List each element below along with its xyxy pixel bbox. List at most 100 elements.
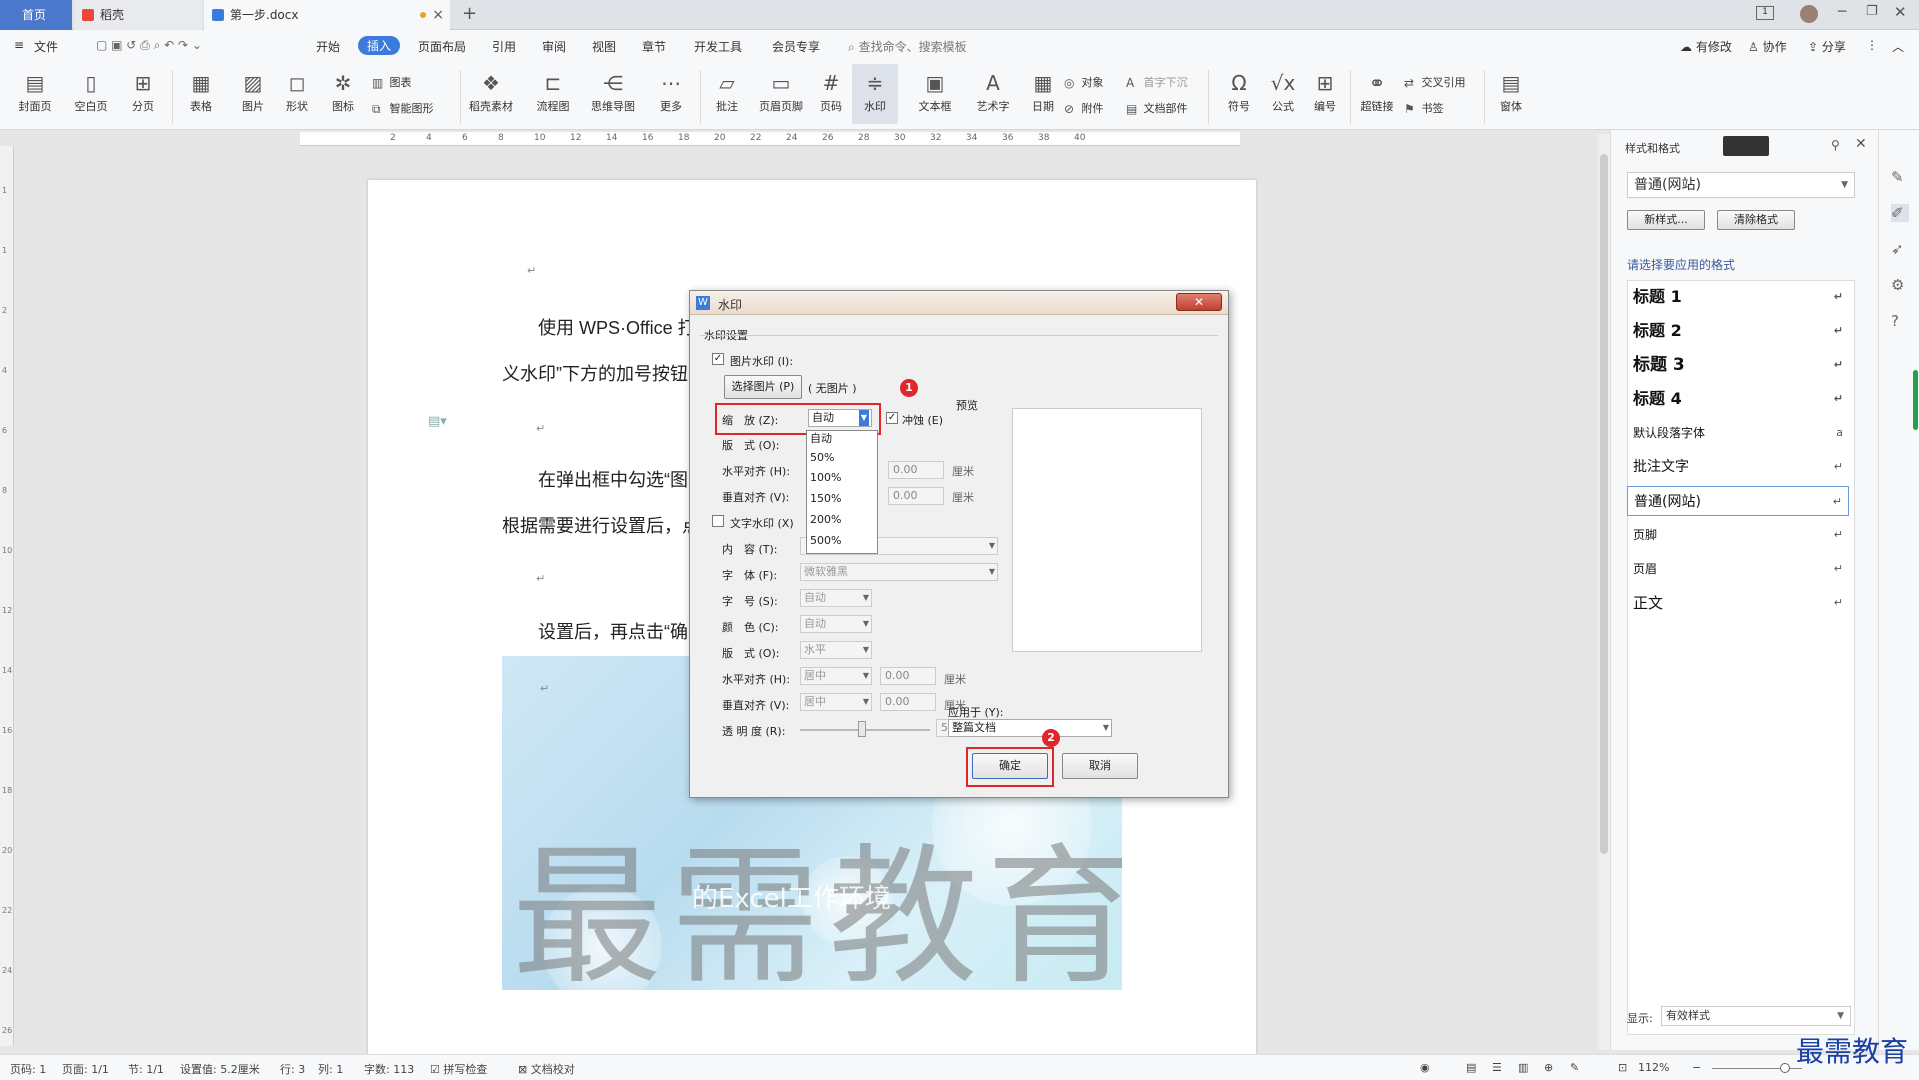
minimize-icon[interactable]: ─	[1838, 4, 1846, 20]
scrollbar-thumb[interactable]	[1600, 154, 1608, 854]
status-pages[interactable]: 页面: 1/1	[62, 1061, 109, 1077]
attach-button[interactable]: ⊘ 附件	[1064, 100, 1104, 116]
status-row[interactable]: 行: 3	[280, 1061, 305, 1077]
numbering-button[interactable]: ⊞ 编号	[1300, 64, 1350, 124]
menu-chapter[interactable]: 章节	[642, 38, 666, 55]
text-watermark-checkbox[interactable]	[712, 515, 724, 527]
doc-paragraph-2[interactable]: 义水印”下方的加号按钮	[502, 360, 688, 386]
page-number-button[interactable]: # 页码	[806, 64, 856, 124]
close-window-icon[interactable]: ✕	[1894, 3, 1907, 21]
pin-icon[interactable]: ⚲	[1831, 138, 1840, 152]
docpart-button[interactable]: ▤ 文档部件	[1126, 100, 1188, 116]
blank-page-button[interactable]: ▯ 空白页	[66, 64, 116, 124]
tab-daoke[interactable]: 稻壳	[74, 0, 202, 30]
picture-watermark-checkbox[interactable]: ✓	[712, 353, 724, 365]
text-valign-dropdown[interactable]: 居中 ▼	[800, 693, 872, 711]
comment-button[interactable]: ▱ 批注	[702, 64, 752, 124]
symbol-button[interactable]: Ω 符号	[1214, 64, 1264, 124]
modified-button[interactable]: ☁ 有修改	[1680, 38, 1732, 55]
menu-references[interactable]: 引用	[492, 38, 516, 55]
doc-proof-button[interactable]: ⊠ 文档校对	[518, 1061, 575, 1077]
status-setting[interactable]: 设置值: 5.2厘米	[180, 1061, 260, 1077]
style-item[interactable]: 批注文字 ↵	[1627, 452, 1849, 482]
form-window-button[interactable]: ▤ 窗体	[1486, 64, 1536, 124]
menu-developer[interactable]: 开发工具	[694, 38, 742, 55]
page-break-button[interactable]: ⊞ 分页	[118, 64, 168, 124]
quick-access-icons[interactable]: ▢ ▣ ↺ ⎙ ⌕ ↶ ↷ ⌄	[96, 38, 202, 53]
cursor-select-icon[interactable]: ➶	[1891, 240, 1909, 258]
search-command[interactable]: ⌕ 查找命令、搜索模板	[848, 38, 967, 55]
status-section[interactable]: 节: 1/1	[128, 1061, 164, 1077]
style-item[interactable]: 标题 1 ↵	[1627, 282, 1849, 312]
more-menu-icon[interactable]: ⋮	[1866, 38, 1878, 52]
vertical-ruler[interactable]: 1 1 2 4 6 8 10 12 14 16 18 20 22 24 26	[0, 146, 14, 1046]
web-view-icon[interactable]: ⊕	[1544, 1061, 1553, 1074]
scale-option[interactable]: 50%	[810, 451, 834, 464]
menu-view[interactable]: 视图	[592, 38, 616, 55]
washout-checkbox[interactable]: ✓	[886, 412, 898, 424]
current-style-dropdown[interactable]: 普通(网站) ▼	[1627, 172, 1855, 198]
zoom-out-icon[interactable]: −	[1692, 1061, 1701, 1074]
style-item[interactable]: 标题 3 ↵	[1627, 350, 1849, 380]
scale-option[interactable]: 100%	[810, 471, 841, 484]
fit-page-icon[interactable]: ⊡	[1618, 1061, 1627, 1074]
smart-graphic-button[interactable]: ⧉ 智能图形	[372, 100, 434, 116]
table-button[interactable]: ▦ 表格	[176, 64, 226, 124]
material-button[interactable]: ❖ 稻壳素材	[466, 64, 516, 124]
close-pane-icon[interactable]: ✕	[1855, 136, 1867, 152]
format-pen-icon[interactable]: ✐	[1891, 204, 1909, 222]
clear-format-button[interactable]: 清除格式	[1717, 210, 1795, 230]
style-item[interactable]: 标题 2 ↵	[1627, 316, 1849, 346]
page-view-icon[interactable]: ▤	[1466, 1061, 1476, 1074]
icon-button[interactable]: ✲ 图标	[318, 64, 368, 124]
mindmap-button[interactable]: ⋲ 思维导图	[588, 64, 638, 124]
style-item[interactable]: 页脚 ↵	[1627, 520, 1849, 550]
menu-review[interactable]: 审阅	[542, 38, 566, 55]
header-footer-button[interactable]: ▭ 页眉页脚	[756, 64, 806, 124]
chart-button[interactable]: ▥ 图表	[372, 74, 412, 90]
read-view-icon[interactable]: ▥	[1518, 1061, 1528, 1074]
object-button[interactable]: ◎ 对象	[1064, 74, 1104, 90]
help-icon[interactable]: ?	[1891, 312, 1909, 330]
menu-layout[interactable]: 页面布局	[418, 38, 466, 55]
new-style-button[interactable]: 新样式...	[1627, 210, 1705, 230]
new-tab-icon[interactable]: +	[462, 3, 477, 24]
style-item[interactable]: 页眉 ↵	[1627, 554, 1849, 584]
status-col[interactable]: 列: 1	[318, 1061, 343, 1077]
status-words[interactable]: 字数: 113	[364, 1061, 414, 1077]
apply-to-dropdown[interactable]: 整篇文档 ▼	[948, 719, 1112, 737]
horizontal-ruler[interactable]: 2 4 6 8 10 12 14 16 18 20 22 24 26 28 30 32 34 36 38 40	[300, 132, 1240, 146]
scale-option[interactable]: 150%	[810, 492, 841, 505]
collapse-ribbon-icon[interactable]: ︿	[1892, 38, 1904, 55]
menu-member[interactable]: 会员专享	[772, 38, 820, 55]
scale-option[interactable]: 自动	[810, 430, 832, 446]
cancel-button[interactable]: 取消	[1062, 753, 1138, 779]
vertical-scrollbar[interactable]	[1598, 134, 1610, 1050]
ime-indicator-icon[interactable]	[1723, 136, 1769, 156]
scale-option[interactable]: 500%	[810, 534, 841, 547]
doc-paragraph-1[interactable]: 使用 WPS·Office 打	[538, 314, 696, 340]
picture-button[interactable]: ▨ 图片	[228, 64, 278, 124]
eye-protect-icon[interactable]: ◉	[1420, 1061, 1430, 1074]
valign-spinner[interactable]: 0.00	[888, 487, 944, 505]
cover-page-button[interactable]: ▤ 封面页	[10, 64, 60, 124]
wordart-button[interactable]: A 艺术字	[968, 64, 1018, 124]
halign-spinner[interactable]: 0.00	[888, 461, 944, 479]
select-picture-button[interactable]: 选择图片 (P)	[724, 375, 802, 399]
outline-view-icon[interactable]: ☰	[1492, 1061, 1502, 1074]
menu-icon[interactable]: ≡	[14, 38, 24, 52]
avatar[interactable]	[1800, 5, 1818, 23]
font-dropdown[interactable]: 微软雅黑 ▼	[800, 563, 998, 581]
dialog-titlebar[interactable]: W 水印 ✕	[690, 291, 1228, 315]
zoom-slider-handle[interactable]	[1780, 1063, 1790, 1073]
show-filter-dropdown[interactable]: 有效样式 ▼	[1661, 1006, 1851, 1026]
ok-button[interactable]: 确定	[972, 753, 1048, 779]
menu-start[interactable]: 开始	[316, 38, 340, 55]
hyperlink-button[interactable]: ⚭ 超链接	[1352, 64, 1402, 124]
close-tab-icon[interactable]: ×	[432, 0, 444, 30]
scale-option[interactable]: 200%	[810, 513, 841, 526]
zoom-level[interactable]: 112%	[1638, 1061, 1669, 1074]
menu-insert[interactable]: 插入	[358, 36, 401, 55]
tab-document[interactable]: 第一步.docx ×	[204, 0, 450, 30]
doc-paragraph-3[interactable]: 在弹出框中勾选“图	[538, 466, 688, 492]
